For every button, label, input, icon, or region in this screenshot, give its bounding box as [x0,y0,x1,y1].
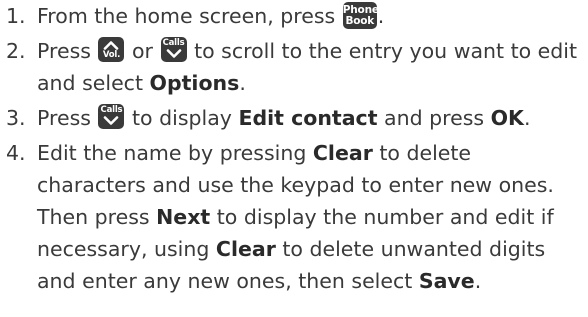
step-number: 1. [6,4,26,28]
option-name: OK [490,106,524,130]
step-number: 4. [6,141,26,165]
step-number: 2. [6,39,26,63]
instruction-steps: 1. From the home screen, press Phone Boo… [6,0,586,300]
step-text: Edit the name by pressing [37,141,307,165]
step-text: From the home screen, press [37,4,336,28]
step-text: . [239,71,246,95]
step-text: and press [384,106,485,130]
step-4: 4. Edit the name by pressing Clear to de… [6,137,586,297]
step-2: 2. Press Vol. or Calls to scroll to the … [6,35,586,99]
step-text: or [132,39,153,63]
calls-down-key-icon: Calls [160,37,187,62]
step-text: . [474,269,482,293]
step-text: to display [132,106,232,130]
key-label: Vol. [102,50,121,60]
chevron-up-icon [104,41,119,50]
chevron-down-icon [166,49,181,58]
option-name: Clear [312,141,373,165]
option-name: Next [156,205,211,229]
step-text: Press [37,106,91,130]
option-name: Clear [215,237,276,261]
step-1: 1. From the home screen, press Phone Boo… [6,0,586,32]
calls-down-key-icon: Calls [98,104,125,129]
key-label: Book [345,15,375,27]
step-number: 3. [6,106,26,130]
key-label: Calls [162,38,185,48]
step-text: Press [37,39,91,63]
option-name: Options [149,71,240,95]
step-text: . [523,106,531,130]
step-3: 3. Press Calls to display Edit contact a… [6,102,586,134]
option-name: Save [418,269,475,293]
vol-up-key-icon: Vol. [98,37,125,62]
key-label: Calls [100,105,123,115]
chevron-down-icon [104,116,119,125]
option-name: Edit contact [238,106,378,130]
phone-book-key-icon: Phone Book [342,2,379,29]
